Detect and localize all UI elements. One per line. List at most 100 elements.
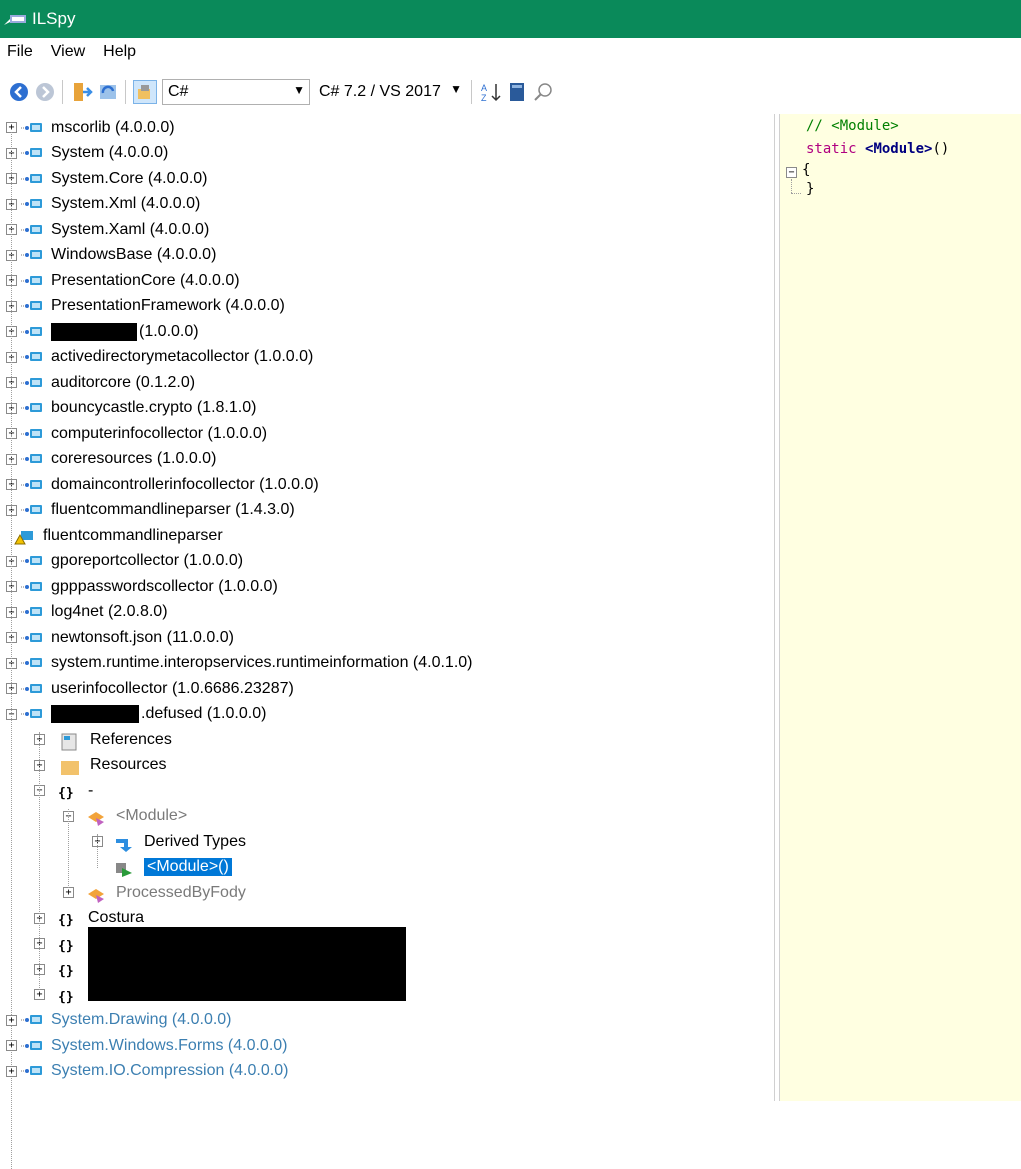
show-all-icon[interactable] [133, 80, 157, 104]
tree-item-module-ctor[interactable]: <Module>() [112, 855, 232, 880]
assembly-icon [19, 503, 43, 517]
collapse-icon[interactable]: − [786, 167, 797, 178]
assembly-icon [19, 631, 43, 645]
folder-icon [58, 758, 82, 775]
version-dropdown[interactable]: C# 7.2 / VS 2017 ▼ [314, 79, 466, 105]
tree-item-assembly[interactable]: PresentationFramework (4.0.0.0) [19, 294, 285, 319]
tree-item-label: computerinfocollector (1.0.0.0) [51, 424, 268, 442]
assembly-icon [19, 274, 43, 288]
tree-item-assembly[interactable]: gpppasswordscollector (1.0.0.0) [19, 574, 278, 599]
reload-icon[interactable] [96, 80, 120, 104]
tree-item-assembly[interactable]: activedirectorymetacollector (1.0.0.0) [19, 345, 313, 370]
expand-icon[interactable]: + [6, 1014, 17, 1026]
svg-text:{}: {} [58, 913, 74, 927]
book-icon[interactable] [505, 80, 529, 104]
menu-file[interactable]: File [0, 43, 43, 61]
tree-item-label: - [88, 781, 94, 799]
tree-item-label: <Module> [116, 807, 188, 824]
fold-line [791, 193, 801, 194]
tree-item-assembly[interactable]: log4net (2.0.8.0) [19, 600, 168, 625]
tree-item-assembly[interactable]: mscorlib (4.0.0.0) [19, 115, 175, 140]
toolbar-separator [125, 80, 126, 104]
tree-item-namespace-redacted[interactable]: {} [56, 931, 80, 956]
assembly-tree[interactable]: + mscorlib (4.0.0.0) + System (4.0.0.0) + Sys… [0, 114, 774, 1169]
tree-item-namespace-redacted[interactable]: {} [56, 957, 80, 982]
tree-item-assembly[interactable]: newtonsoft.json (11.0.0.0) [19, 625, 234, 650]
tree-item-label: gpppasswordscollector (1.0.0.0) [51, 577, 278, 595]
tree-item-assembly[interactable]: System (4.0.0.0) [19, 141, 168, 166]
tree-item-assembly[interactable]: System.Drawing (4.0.0.0) [19, 1008, 232, 1033]
tree-item-assembly[interactable]: System.Windows.Forms (4.0.0.0) [19, 1033, 288, 1058]
tree-item-assembly[interactable]: PresentationCore (4.0.0.0) [19, 268, 240, 293]
tree-item-assembly[interactable]: WindowsBase (4.0.0.0) [19, 243, 216, 268]
sort-icon[interactable]: AZ [479, 80, 503, 104]
tree-item-assembly[interactable]: (1.0.0.0) [19, 319, 199, 344]
language-dropdown[interactable]: C# ▼ [162, 79, 310, 105]
language-value: C# [168, 83, 189, 100]
assembly-icon [19, 1064, 43, 1078]
tree-item-resources[interactable]: Resources [58, 753, 166, 778]
tree-item-assembly[interactable]: fluentcommandlineparser (1.4.3.0) [19, 498, 295, 523]
tree-item-label: System.Windows.Forms (4.0.0.0) [51, 1036, 288, 1054]
tree-item-label: PresentationFramework (4.0.0.0) [51, 297, 285, 314]
menu-help[interactable]: Help [95, 43, 146, 61]
tree-item-assembly[interactable]: gporeportcollector (1.0.0.0) [19, 549, 243, 574]
svg-text:Z: Z [481, 93, 487, 103]
forward-icon[interactable] [33, 80, 57, 104]
tree-line [97, 834, 98, 868]
code-signature: static <Module>() [806, 141, 949, 157]
tree-item-assembly[interactable]: userinfocollector (1.0.6686.23287) [19, 676, 294, 701]
tree-item-references[interactable]: References [58, 727, 172, 752]
back-icon[interactable] [7, 80, 31, 104]
tree-item-label: System (4.0.0.0) [51, 144, 169, 161]
tree-item-assembly-warning[interactable]: fluentcommandlineparser [11, 523, 223, 548]
tree-item-label: References [90, 730, 172, 748]
class-icon [84, 809, 108, 826]
toolbar-separator [471, 80, 472, 104]
open-icon[interactable] [70, 80, 94, 104]
chevron-down-icon: ▼ [293, 83, 305, 97]
tree-line [39, 732, 40, 992]
tree-item-label: System.IO.Compression (4.0.0.0) [51, 1062, 289, 1079]
expand-icon[interactable]: + [6, 1065, 17, 1077]
svg-text:{}: {} [58, 990, 74, 1004]
warning-icon [11, 529, 35, 544]
tree-item-assembly[interactable]: System.Xml (4.0.0.0) [19, 192, 200, 217]
tree-item-assembly[interactable]: System.Xaml (4.0.0.0) [19, 217, 209, 242]
tree-item-assembly[interactable]: system.runtime.interopservices.runtimein… [19, 651, 473, 676]
version-value: C# 7.2 / VS 2017 [319, 83, 441, 100]
tree-item-assembly[interactable]: .defused (1.0.0.0) [19, 702, 266, 727]
tree-item-namespace[interactable]: {} - [56, 778, 93, 803]
tree-item-label: System.Core (4.0.0.0) [51, 169, 208, 187]
tree-item-assembly[interactable]: System.Core (4.0.0.0) [19, 166, 208, 191]
assembly-icon [19, 452, 43, 466]
tree-item-assembly[interactable]: bouncycastle.crypto (1.8.1.0) [19, 396, 256, 421]
tree-item-processed-by-fody[interactable]: ProcessedByFody [84, 880, 246, 905]
assembly-icon [19, 656, 43, 670]
tree-item-assembly[interactable]: computerinfocollector (1.0.0.0) [19, 421, 267, 446]
expand-icon[interactable]: + [6, 1040, 17, 1051]
search-icon[interactable] [531, 80, 555, 104]
tree-item-label: activedirectorymetacollector (1.0.0.0) [51, 348, 314, 365]
toolbar: C# ▼ C# 7.2 / VS 2017 ▼ AZ [0, 72, 1021, 112]
tree-item-assembly[interactable]: coreresources (1.0.0.0) [19, 447, 216, 472]
tree-item-label: Resources [90, 756, 167, 773]
tree-item-module[interactable]: <Module> [84, 804, 187, 829]
method-icon [112, 860, 136, 877]
tree-item-assembly[interactable]: auditorcore (0.1.2.0) [19, 370, 195, 395]
tree-item-derived-types[interactable]: Derived Types [112, 829, 246, 854]
tree-item-namespace-redacted[interactable]: {} [56, 982, 80, 1007]
menu-view[interactable]: View [43, 43, 95, 61]
code-identifier: <Module> [865, 141, 933, 157]
tree-item-label: newtonsoft.json (11.0.0.0) [51, 628, 234, 646]
derived-types-icon [112, 835, 136, 852]
tree-item-assembly[interactable]: System.IO.Compression (4.0.0.0) [19, 1059, 288, 1084]
code-view[interactable]: // <Module> static <Module>() − { } [780, 114, 1021, 1101]
tree-item-label: Costura [88, 909, 145, 926]
code-comment: // <Module> [806, 118, 899, 134]
code-keyword: static [806, 141, 857, 157]
namespace-icon: {} [56, 911, 80, 928]
tree-item-label: log4net (2.0.8.0) [51, 603, 168, 620]
tree-item-label: fluentcommandlineparser (1.4.3.0) [51, 501, 295, 518]
tree-item-assembly[interactable]: domaincontrollerinfocollector (1.0.0.0) [19, 472, 319, 497]
